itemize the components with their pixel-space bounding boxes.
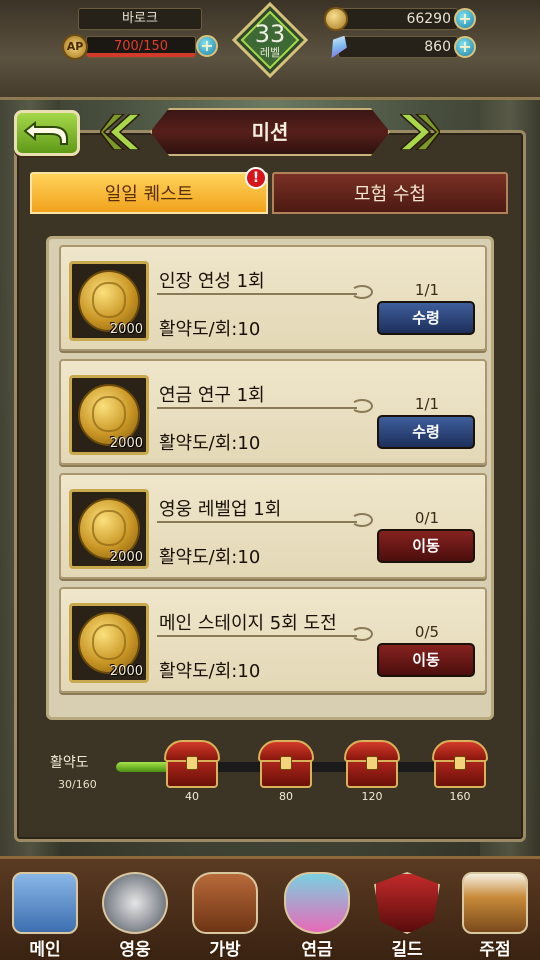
quest-progress: 0/5 xyxy=(414,623,440,641)
claim-button[interactable]: 수령 xyxy=(377,415,475,449)
potion-icon xyxy=(284,872,350,934)
nav-hero[interactable]: 영웅 xyxy=(92,868,178,960)
tavern-icon xyxy=(462,872,528,934)
quest-description: 활약도/회:10 xyxy=(159,433,261,454)
milestone-label: 40 xyxy=(185,790,199,803)
reward-chest-160[interactable] xyxy=(432,740,488,788)
gem-count: 860 xyxy=(338,36,458,58)
nav-label: 영웅 xyxy=(119,940,151,960)
nav-label: 메인 xyxy=(29,940,61,960)
ap-icon: AP xyxy=(62,34,88,60)
divider xyxy=(157,521,357,523)
reward-chest-40[interactable] xyxy=(164,740,220,788)
chest-icon xyxy=(454,756,466,770)
reward-amount: 2000 xyxy=(109,550,143,565)
back-button[interactable] xyxy=(14,110,80,156)
guild-shield-icon xyxy=(374,872,440,934)
level-number: 33 xyxy=(254,20,286,48)
list-item: 2000 연금 연구 1회 활약도/회:10 1/1 수령 xyxy=(59,359,487,465)
quest-description: 활약도/회:10 xyxy=(159,661,261,682)
quest-description: 활약도/회:10 xyxy=(159,547,261,568)
quest-list: 2000 인장 연성 1회 활약도/회:10 1/1 수령 2000 연금 연구… xyxy=(46,236,494,720)
quest-progress: 0/1 xyxy=(414,509,440,527)
ap-fill xyxy=(87,53,195,57)
gold-count: 66290 xyxy=(338,8,458,30)
claim-button[interactable]: 수령 xyxy=(377,301,475,335)
reward-amount: 2000 xyxy=(109,664,143,679)
reward-amount: 2000 xyxy=(109,322,143,337)
milestone-label: 160 xyxy=(449,790,471,803)
quest-title: 메인 스테이지 5회 도전 xyxy=(159,613,337,634)
player-name: 바로크 xyxy=(78,8,202,30)
quest-description: 활약도/회:10 xyxy=(159,319,261,340)
list-item: 2000 인장 연성 1회 활약도/회:10 1/1 수령 xyxy=(59,245,487,351)
tab-adventure-journal[interactable]: 모험 수첩 xyxy=(272,172,508,214)
level-label: 레벨 xyxy=(259,46,281,59)
reward-amount: 2000 xyxy=(109,436,143,451)
reward-coin: 2000 xyxy=(69,375,149,455)
reward-coin: 2000 xyxy=(69,603,149,683)
right-chevron-ornament-icon xyxy=(400,114,440,150)
nav-bag[interactable]: 가방 xyxy=(182,868,268,960)
quest-title: 영웅 레벨업 1회 xyxy=(159,499,282,520)
back-arrow-icon xyxy=(23,120,68,145)
nav-label: 주점 xyxy=(479,940,511,960)
add-ap-button[interactable]: + xyxy=(196,35,218,57)
gold-coin-icon xyxy=(324,7,348,31)
milestone-label: 120 xyxy=(361,790,383,803)
divider xyxy=(157,293,357,295)
chest-icon xyxy=(186,756,198,770)
quest-title: 연금 연구 1회 xyxy=(159,385,265,406)
castle-icon xyxy=(12,872,78,934)
page-title: 미션 xyxy=(251,120,289,144)
divider xyxy=(157,635,357,637)
bag-icon xyxy=(192,872,258,934)
reward-coin: 2000 xyxy=(69,489,149,569)
go-button[interactable]: 이동 xyxy=(377,529,475,563)
nav-label: 연금 xyxy=(301,940,333,960)
ap-bar: 700/150 xyxy=(86,36,196,58)
chest-icon xyxy=(280,756,292,770)
nav-label: 가방 xyxy=(209,940,241,960)
reward-chest-80[interactable] xyxy=(258,740,314,788)
reward-coin: 2000 xyxy=(69,261,149,341)
add-gold-button[interactable]: + xyxy=(454,8,476,30)
activity-count: 30/160 xyxy=(58,778,97,791)
chest-icon xyxy=(366,756,378,770)
nav-tavern[interactable]: 주점 xyxy=(452,868,538,960)
flourish-ornament xyxy=(351,627,373,641)
list-item: 2000 영웅 레벨업 1회 활약도/회:10 0/1 이동 xyxy=(59,473,487,579)
nav-guild[interactable]: 길드 xyxy=(364,868,450,960)
activity-label: 활약도 xyxy=(50,755,89,771)
ap-value: 700/150 xyxy=(113,39,168,54)
nav-label: 길드 xyxy=(391,940,423,960)
left-chevron-ornament-icon xyxy=(100,114,140,150)
quest-progress: 1/1 xyxy=(414,281,440,299)
nav-main[interactable]: 메인 xyxy=(2,868,88,960)
reward-chest-120[interactable] xyxy=(344,740,400,788)
quest-progress: 1/1 xyxy=(414,395,440,413)
tab-daily-quest[interactable]: 일일 퀘스트 xyxy=(30,172,268,214)
milestone-label: 80 xyxy=(279,790,293,803)
nav-alchemy[interactable]: 연금 xyxy=(274,868,360,960)
alert-icon: ! xyxy=(245,167,267,189)
flourish-ornament xyxy=(351,513,373,527)
flourish-ornament xyxy=(351,399,373,413)
quest-title: 인장 연성 1회 xyxy=(159,271,265,292)
knight-helmet-icon xyxy=(102,872,168,934)
divider xyxy=(157,407,357,409)
go-button[interactable]: 이동 xyxy=(377,643,475,677)
flourish-ornament xyxy=(351,285,373,299)
list-item: 2000 메인 스테이지 5회 도전 활약도/회:10 0/5 이동 xyxy=(59,587,487,693)
add-gems-button[interactable]: + xyxy=(454,36,476,58)
